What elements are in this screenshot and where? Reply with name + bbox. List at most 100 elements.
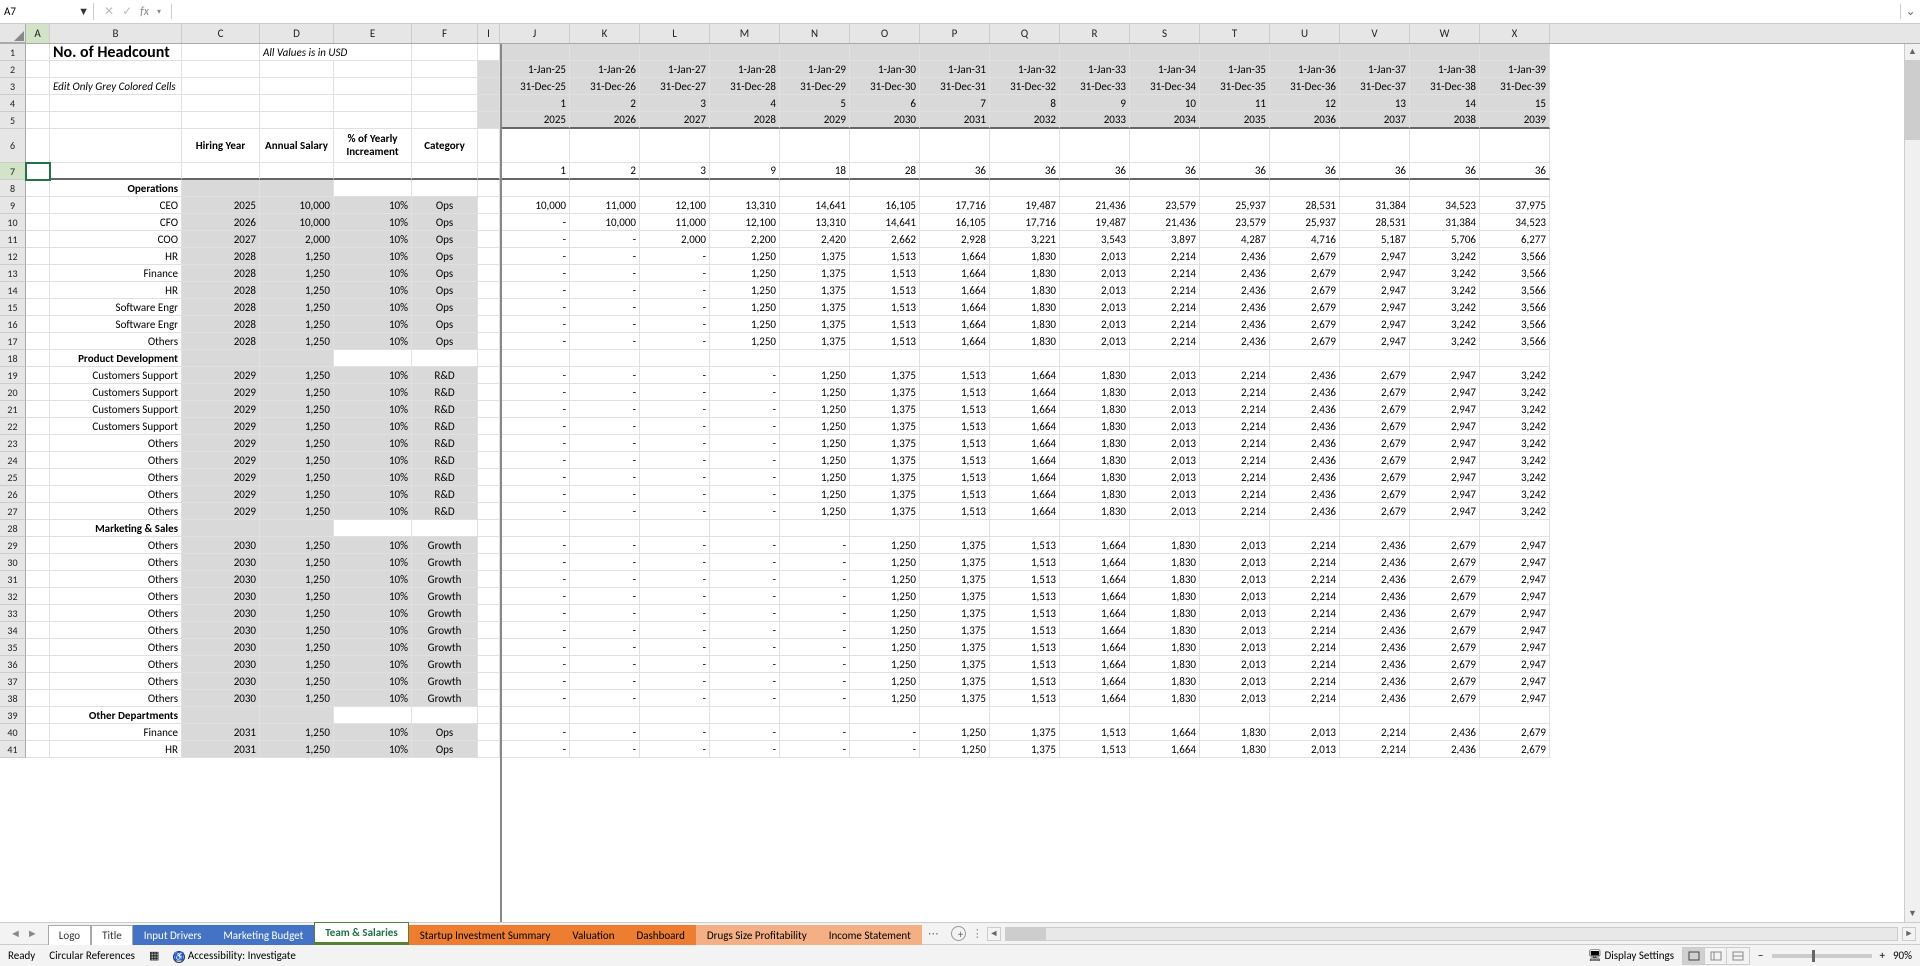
- cell[interactable]: 31-Dec-25: [500, 78, 570, 95]
- cell[interactable]: [412, 350, 478, 367]
- cell[interactable]: 2,436: [1270, 503, 1340, 520]
- cell[interactable]: 36: [1200, 163, 1270, 180]
- cell[interactable]: 2,214: [1270, 571, 1340, 588]
- row-header[interactable]: 15: [0, 299, 26, 316]
- cell[interactable]: -: [500, 571, 570, 588]
- cell[interactable]: -: [570, 316, 640, 333]
- cell[interactable]: 1,250: [780, 486, 850, 503]
- column-header-W[interactable]: W: [1410, 24, 1480, 43]
- cell[interactable]: [478, 214, 500, 231]
- cell[interactable]: [478, 112, 500, 129]
- cell[interactable]: Others: [50, 588, 182, 605]
- cell[interactable]: 2,436: [1410, 741, 1480, 758]
- sheet-tab-title[interactable]: Title: [91, 925, 133, 945]
- cell[interactable]: -: [570, 401, 640, 418]
- cell[interactable]: 10,000: [260, 214, 334, 231]
- cell[interactable]: 10%: [334, 452, 412, 469]
- cell[interactable]: 1,250: [780, 367, 850, 384]
- cell[interactable]: 1,830: [990, 333, 1060, 350]
- cell[interactable]: 1,250: [260, 673, 334, 690]
- scroll-up-icon[interactable]: ▲: [1905, 44, 1920, 60]
- cell[interactable]: HR: [50, 248, 182, 265]
- cell[interactable]: 1,375: [920, 622, 990, 639]
- cell[interactable]: 1,250: [260, 605, 334, 622]
- cell[interactable]: [1060, 350, 1130, 367]
- cell[interactable]: 1,375: [850, 384, 920, 401]
- cell[interactable]: [478, 707, 500, 724]
- cell[interactable]: 1,250: [780, 452, 850, 469]
- cell[interactable]: 2,013: [1130, 418, 1200, 435]
- cell[interactable]: [1480, 180, 1550, 197]
- cell[interactable]: 2,436: [1200, 248, 1270, 265]
- cell[interactable]: 2029: [182, 486, 260, 503]
- cell[interactable]: 2,436: [1200, 282, 1270, 299]
- cell[interactable]: 1,250: [260, 656, 334, 673]
- cell[interactable]: -: [500, 452, 570, 469]
- cell[interactable]: [26, 78, 50, 95]
- cell[interactable]: 1,250: [260, 690, 334, 707]
- cell[interactable]: [710, 44, 780, 61]
- cell[interactable]: 1,375: [920, 656, 990, 673]
- cell[interactable]: [640, 180, 710, 197]
- cell[interactable]: [478, 554, 500, 571]
- cell[interactable]: 2,679: [1410, 605, 1480, 622]
- cell[interactable]: 31-Dec-26: [570, 78, 640, 95]
- view-page-break-button[interactable]: [1727, 948, 1749, 964]
- cell[interactable]: -: [640, 656, 710, 673]
- cell[interactable]: 1,375: [920, 605, 990, 622]
- sheet-tab-input-drivers[interactable]: Input Drivers: [133, 925, 213, 945]
- cell[interactable]: 1,250: [850, 673, 920, 690]
- cell[interactable]: Others: [50, 452, 182, 469]
- vertical-scrollbar[interactable]: ▲ ▼: [1904, 44, 1920, 922]
- cell[interactable]: 23,579: [1200, 214, 1270, 231]
- cell[interactable]: -: [710, 605, 780, 622]
- cell[interactable]: 1,664: [990, 401, 1060, 418]
- cell[interactable]: 10%: [334, 571, 412, 588]
- hscroll-track[interactable]: [1005, 927, 1898, 941]
- cell[interactable]: 1,664: [1130, 724, 1200, 741]
- cell[interactable]: -: [500, 673, 570, 690]
- cell[interactable]: [26, 248, 50, 265]
- cell[interactable]: [334, 707, 412, 724]
- cell[interactable]: -: [500, 469, 570, 486]
- cell[interactable]: 31-Dec-36: [1270, 78, 1340, 95]
- cell[interactable]: 2,679: [1340, 435, 1410, 452]
- cell[interactable]: 1,664: [1060, 588, 1130, 605]
- cell[interactable]: 2,214: [1270, 639, 1340, 656]
- cell[interactable]: 2,013: [1200, 656, 1270, 673]
- cell[interactable]: 3,566: [1480, 333, 1550, 350]
- cell[interactable]: 1,250: [850, 690, 920, 707]
- cell[interactable]: 1,513: [920, 486, 990, 503]
- cell[interactable]: -: [710, 588, 780, 605]
- cell[interactable]: 2,679: [1340, 469, 1410, 486]
- cell[interactable]: 2,947: [1410, 401, 1480, 418]
- cell[interactable]: 1,664: [1060, 622, 1130, 639]
- cell[interactable]: 1-Jan-30: [850, 61, 920, 78]
- cell[interactable]: 1,664: [990, 486, 1060, 503]
- cell[interactable]: 10%: [334, 622, 412, 639]
- cell[interactable]: -: [500, 588, 570, 605]
- cell[interactable]: 10: [1130, 95, 1200, 112]
- cell[interactable]: Ops: [412, 197, 478, 214]
- row-header[interactable]: 31: [0, 571, 26, 588]
- cell[interactable]: Growth: [412, 622, 478, 639]
- cell[interactable]: -: [640, 316, 710, 333]
- column-header-D[interactable]: D: [260, 24, 334, 43]
- cell[interactable]: 2,214: [1270, 673, 1340, 690]
- cell[interactable]: 1-Jan-28: [710, 61, 780, 78]
- cell[interactable]: 1,513: [990, 554, 1060, 571]
- cell[interactable]: 2,436: [1340, 622, 1410, 639]
- cell[interactable]: [26, 180, 50, 197]
- cell[interactable]: 1,664: [1130, 741, 1200, 758]
- cell[interactable]: [570, 520, 640, 537]
- cell[interactable]: -: [640, 690, 710, 707]
- cell[interactable]: [500, 707, 570, 724]
- cell[interactable]: 2,436: [1270, 469, 1340, 486]
- cell[interactable]: 2,000: [260, 231, 334, 248]
- cell[interactable]: Finance: [50, 724, 182, 741]
- cell[interactable]: 1,664: [990, 435, 1060, 452]
- cell[interactable]: [780, 44, 850, 61]
- cell[interactable]: 1,664: [920, 333, 990, 350]
- cell[interactable]: 16,105: [850, 197, 920, 214]
- cell[interactable]: 2,000: [640, 231, 710, 248]
